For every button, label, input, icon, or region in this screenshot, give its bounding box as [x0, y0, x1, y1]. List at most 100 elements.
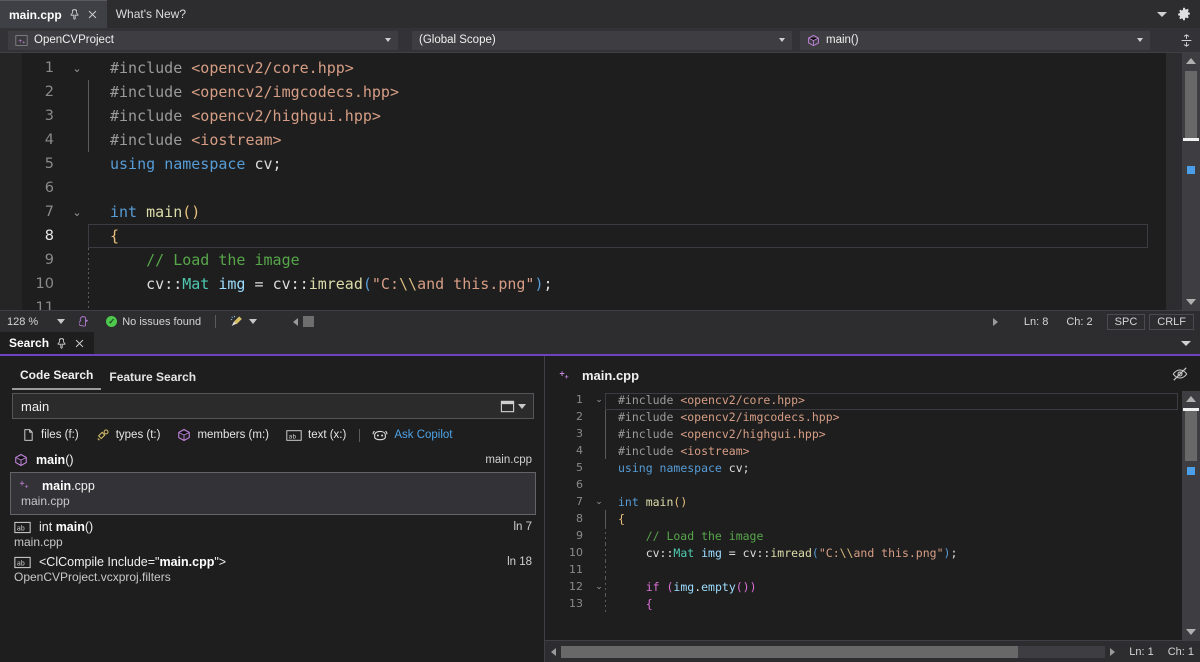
function-dropdown[interactable]: main() — [800, 30, 1150, 50]
indent-guide — [605, 391, 606, 408]
scroll-down-icon[interactable] — [1182, 624, 1200, 640]
code-line[interactable]: 3 #include <opencv2/highgui.hpp> — [0, 104, 1166, 128]
tab-feature-search[interactable]: Feature Search — [101, 370, 204, 390]
preview-code-line[interactable]: 7 ⌄ int main() — [545, 493, 1182, 510]
preview-horizontal-scrollbar[interactable] — [551, 645, 1116, 658]
issues-status[interactable]: ✓ No issues found — [99, 311, 208, 332]
scroll-up-icon[interactable] — [1182, 53, 1200, 69]
code-line-text: using namespace cv; — [618, 461, 750, 475]
search-result-item[interactable]: main() main.cpp — [0, 450, 544, 470]
fold-toggle-icon[interactable]: ⌄ — [66, 206, 88, 219]
chevron-down-icon[interactable] — [779, 38, 785, 42]
code-token: ( — [811, 545, 819, 560]
tab-whats-new[interactable]: What's New? — [107, 0, 195, 28]
pin-icon[interactable] — [69, 9, 80, 20]
fold-toggle-icon[interactable]: ⌄ — [593, 496, 605, 507]
fold-toggle-icon[interactable]: ⌄ — [66, 62, 88, 75]
preview-code-line[interactable]: 11 — [545, 561, 1182, 578]
indent-mode-label[interactable]: SPC — [1106, 313, 1146, 330]
scrollbar-track[interactable] — [561, 645, 1106, 658]
filter-text[interactable]: ab text (x:) — [286, 429, 346, 442]
chevron-down-icon[interactable] — [1157, 11, 1167, 17]
intellicode-icon[interactable] — [72, 311, 99, 332]
search-layout-button[interactable] — [497, 399, 529, 414]
chevron-down-icon[interactable] — [518, 403, 526, 409]
scroll-up-icon[interactable] — [1182, 391, 1200, 407]
filter-types[interactable]: types (t:) — [96, 428, 160, 442]
preview-code-lines[interactable]: 1 ⌄ #include <opencv2/core.hpp> 2 #include <… — [545, 391, 1182, 640]
fold-toggle-icon[interactable]: ⌄ — [593, 581, 605, 592]
tab-code-search[interactable]: Code Search — [12, 368, 102, 390]
line-ending-label[interactable]: CRLF — [1149, 313, 1194, 330]
scrollbar-thumb[interactable] — [1185, 71, 1197, 141]
preview-body[interactable]: 1 ⌄ #include <opencv2/core.hpp> 2 #include <… — [545, 391, 1200, 640]
search-input-container[interactable] — [12, 393, 534, 419]
preview-code-line[interactable]: 5 using namespace cv; — [545, 459, 1182, 476]
code-line[interactable]: 10 cv::Mat img = cv::imread("C:\\and thi… — [0, 272, 1166, 296]
line-number: 12 — [569, 580, 583, 593]
scroll-left-icon[interactable] — [293, 317, 299, 326]
fold-toggle-icon[interactable]: ⌄ — [593, 394, 605, 405]
scrollbar-thumb[interactable] — [561, 645, 1019, 658]
preview-code-line[interactable]: 3 #include <opencv2/highgui.hpp> — [545, 425, 1182, 442]
preview-code-line[interactable]: 8{ — [545, 510, 1182, 527]
preview-code-line[interactable]: 6 — [545, 476, 1182, 493]
preview-code-line[interactable]: 13 { — [545, 595, 1182, 612]
editor-vertical-scrollbar[interactable] — [1182, 53, 1200, 310]
scrollbar-thumb[interactable] — [303, 316, 315, 327]
code-line[interactable]: 7 ⌄ int main() — [0, 200, 1166, 224]
ask-copilot-button[interactable]: Ask Copilot — [372, 428, 453, 442]
code-line[interactable]: 11 — [0, 296, 1166, 310]
code-line[interactable]: 2 #include <opencv2/imgcodecs.hpp> — [0, 80, 1166, 104]
chevron-down-icon[interactable] — [1181, 340, 1191, 346]
gear-icon[interactable] — [1177, 7, 1191, 21]
member-icon — [14, 453, 28, 467]
editor-code-lines[interactable]: 1 ⌄ #include <opencv2/core.hpp> 2 #include <… — [0, 53, 1166, 310]
scroll-left-icon[interactable] — [551, 647, 556, 656]
code-line[interactable]: 4 #include <iostream> — [0, 128, 1166, 152]
preview-code-line[interactable]: 1 ⌄ #include <opencv2/core.hpp> — [545, 391, 1182, 408]
scope-dropdown[interactable]: (Global Scope) — [412, 30, 792, 50]
preview-code-line[interactable]: 12 ⌄ if (img.empty()) — [545, 578, 1182, 595]
search-result-item[interactable]: + + main.cpp main.cpp — [10, 472, 536, 515]
search-window-tab[interactable]: Search — [0, 332, 95, 354]
preview-code-line[interactable]: 9 // Load the image — [545, 527, 1182, 544]
search-input[interactable] — [21, 398, 497, 414]
project-dropdown[interactable]: + + OpenCVProject — [8, 30, 398, 50]
chevron-down-icon[interactable] — [57, 319, 66, 324]
filter-files[interactable]: files (f:) — [22, 428, 79, 442]
chevron-down-icon[interactable] — [1137, 38, 1143, 42]
chevron-down-icon[interactable] — [385, 38, 391, 42]
scrollbar-thumb[interactable] — [1185, 411, 1197, 461]
code-line[interactable]: 5 using namespace cv; — [0, 152, 1166, 176]
scroll-right-icon[interactable] — [992, 317, 998, 326]
preview-code-line[interactable]: 2 #include <opencv2/imgcodecs.hpp> — [545, 408, 1182, 425]
chevron-down-icon[interactable] — [249, 319, 258, 324]
code-token: () — [673, 494, 688, 509]
search-result-item[interactable]: ab <ClCompile Include="main.cpp"> ln 18 Ope… — [0, 552, 544, 587]
close-icon[interactable] — [87, 9, 98, 20]
search-result-list[interactable]: main() main.cpp + + main.cpp main.cpp ab int ma… — [0, 448, 544, 662]
preview-code-line[interactable]: 4 #include <iostream> — [545, 442, 1182, 459]
code-line[interactable]: 8{ — [0, 224, 1166, 248]
close-icon[interactable] — [74, 338, 85, 349]
pin-icon[interactable] — [56, 337, 67, 349]
code-line[interactable]: 6 — [0, 176, 1166, 200]
scroll-down-icon[interactable] — [1182, 294, 1200, 310]
svg-text:ab: ab — [17, 559, 25, 567]
split-window-icon[interactable] — [1180, 33, 1200, 47]
preview-vertical-scrollbar[interactable] — [1182, 391, 1200, 640]
code-line[interactable]: 1 ⌄ #include <opencv2/core.hpp> — [0, 56, 1166, 80]
preview-code-line[interactable]: 10 cv::Mat img = cv::imread("C:\\and thi… — [545, 544, 1182, 561]
preview-status-bar: Ln: 1 Ch: 1 — [545, 640, 1200, 662]
code-token: <opencv2/core.hpp> — [680, 392, 805, 407]
code-line[interactable]: 9 // Load the image — [0, 248, 1166, 272]
preview-toggle-button[interactable] — [1172, 356, 1200, 382]
tab-main-cpp[interactable]: main.cpp — [0, 0, 107, 28]
code-cleanup-button[interactable] — [223, 311, 264, 332]
filter-members[interactable]: members (m:) — [177, 428, 269, 442]
editor-horizontal-scrollbar[interactable] — [286, 311, 321, 332]
search-result-item[interactable]: ab int main() ln 7 main.cpp — [0, 517, 544, 552]
zoom-level-selector[interactable]: 128 % — [0, 311, 72, 332]
code-editor-surface[interactable]: 1 ⌄ #include <opencv2/core.hpp> 2 #include <… — [0, 53, 1200, 310]
